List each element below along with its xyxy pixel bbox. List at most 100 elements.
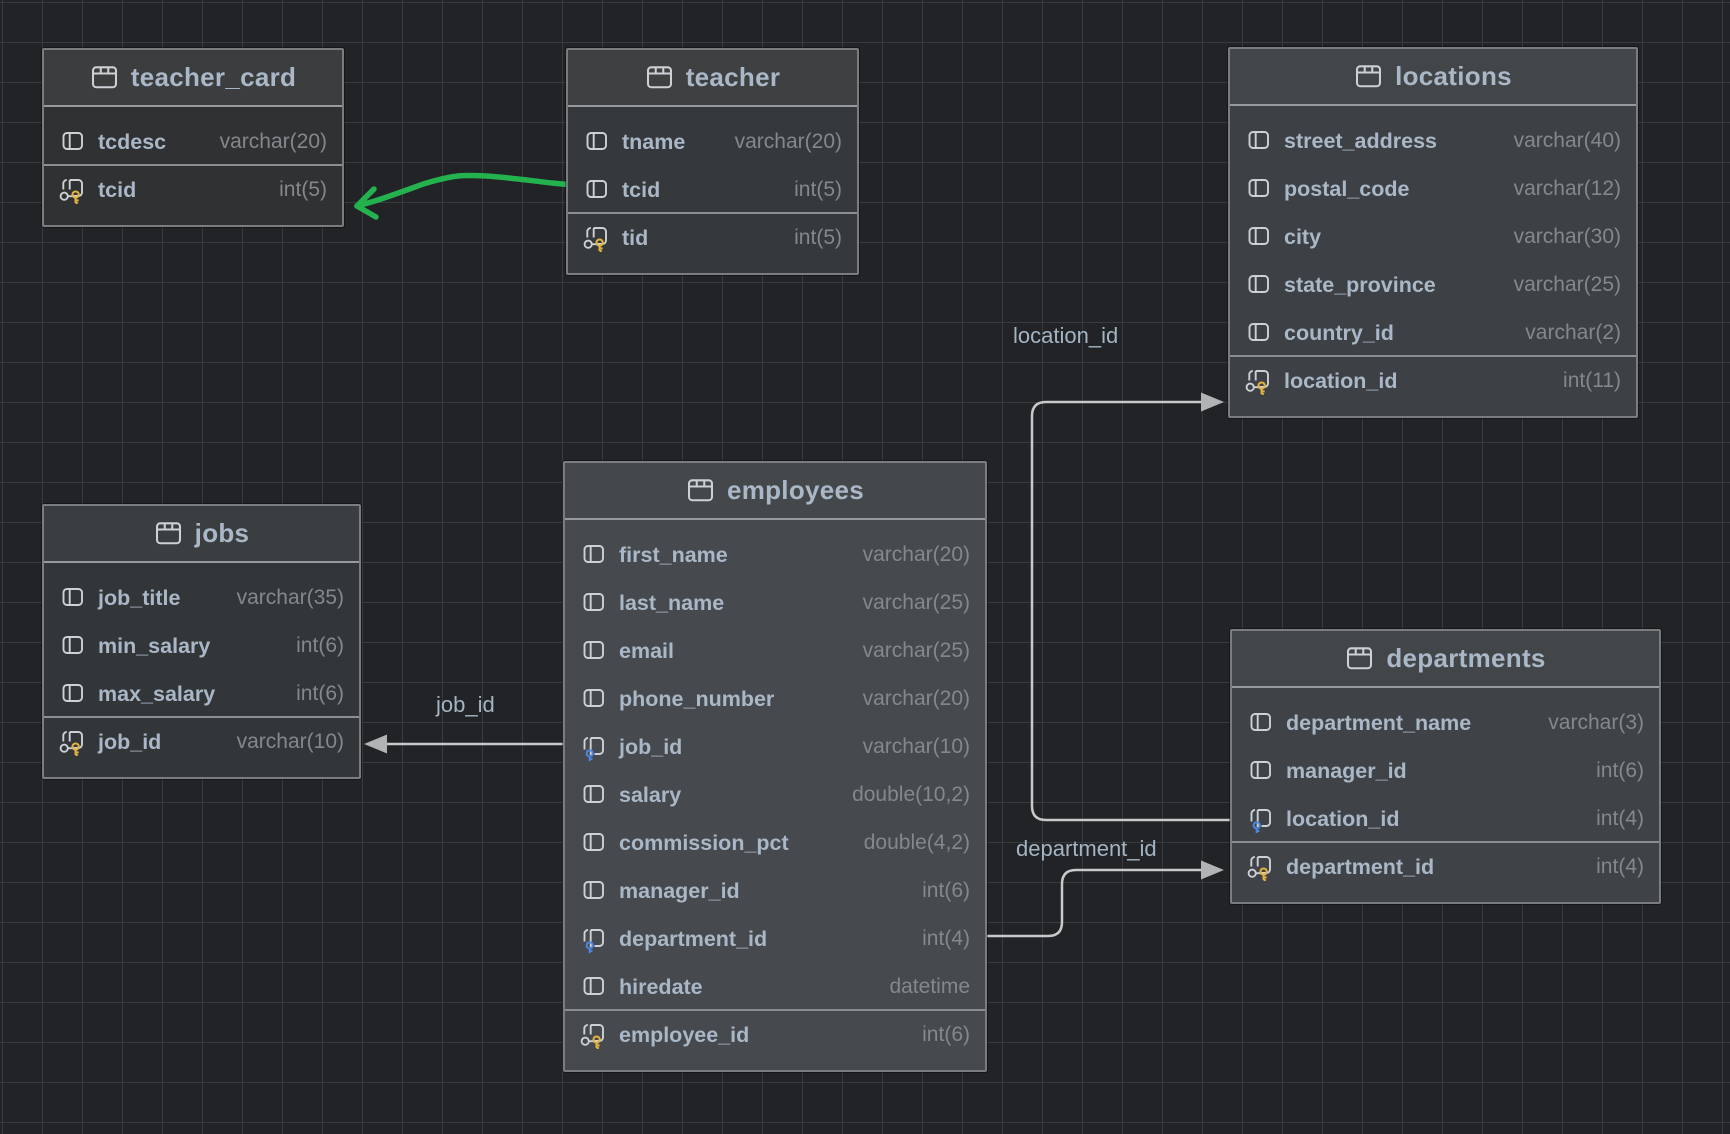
relationship-department_id[interactable] (987, 870, 1204, 936)
primary-key-icon (580, 1020, 607, 1050)
column-icon (1245, 222, 1272, 252)
column-row-locations-street_address[interactable]: street_addressvarchar(40) (1230, 117, 1636, 165)
column-row-jobs-job_title[interactable]: job_titlevarchar(35) (44, 574, 359, 622)
column-row-departments-department_name[interactable]: department_namevarchar(3) (1232, 699, 1659, 747)
column-icon (583, 127, 610, 157)
column-name: max_salary (98, 682, 215, 707)
table-locations[interactable]: locations street_addressvarchar(40) post… (1228, 47, 1638, 418)
table-header-locations[interactable]: locations (1230, 49, 1636, 106)
column-row-employees-phone_number[interactable]: phone_number varchar(20) (565, 675, 985, 723)
column-name: salary (619, 783, 681, 808)
column-row-jobs-max_salary[interactable]: max_salaryint(6) (44, 670, 359, 718)
foreign-key-icon (1247, 804, 1274, 834)
column-row-employees-hiredate[interactable]: hiredatedatetime (565, 963, 985, 1011)
column-icon (580, 780, 607, 810)
foreign-key-icon (580, 732, 607, 762)
column-name: country_id (1284, 321, 1394, 346)
column-row-teacher_card-tcid[interactable]: tcidint(5) (44, 166, 342, 214)
column-row-employees-employee_id[interactable]: employee_idint(6) (565, 1011, 985, 1059)
column-name: department_name (1286, 711, 1471, 736)
freehand-arrow-annotation[interactable] (357, 175, 585, 217)
column-row-teacher-tname[interactable]: tnamevarchar(20) (568, 118, 857, 166)
column-icon (580, 588, 607, 618)
column-row-locations-state_province[interactable]: state_provincevarchar(25) (1230, 261, 1636, 309)
table-teacher[interactable]: teacher tnamevarchar(20) tcid int(5) tidi… (566, 48, 859, 275)
column-type: int(4) (1580, 807, 1644, 831)
column-row-locations-city[interactable]: cityvarchar(30) (1230, 213, 1636, 261)
column-icon (59, 631, 86, 661)
column-icon (580, 972, 607, 1002)
column-type: double(4,2) (848, 831, 970, 855)
column-row-employees-commission_pct[interactable]: commission_pct double(4,2) (565, 819, 985, 867)
column-type: int(5) (778, 178, 842, 202)
column-row-locations-country_id[interactable]: country_id varchar(2) (1230, 309, 1636, 357)
column-row-employees-salary[interactable]: salarydouble(10,2) (565, 771, 985, 819)
column-name: commission_pct (619, 831, 789, 856)
column-name: postal_code (1284, 177, 1409, 202)
arrowhead (1201, 393, 1224, 412)
column-icon (1245, 126, 1272, 156)
table-teacher_card[interactable]: teacher_card tcdescvarchar(20) tcidint(5… (42, 48, 344, 227)
column-type: varchar(20) (847, 687, 970, 711)
table-employees[interactable]: employees first_namevarchar(20) last_nam… (563, 461, 987, 1072)
column-row-jobs-job_id[interactable]: job_idvarchar(10) (44, 718, 359, 766)
column-icon (1245, 318, 1272, 348)
column-row-employees-job_id[interactable]: job_idvarchar(10) (565, 723, 985, 771)
column-name: city (1284, 225, 1321, 250)
column-type: datetime (873, 975, 970, 999)
table-header-teacher_card[interactable]: teacher_card (44, 50, 342, 107)
primary-key-icon (1245, 366, 1272, 396)
column-row-employees-department_id[interactable]: department_idint(4) (565, 915, 985, 963)
column-name: tcid (622, 178, 660, 203)
table-departments[interactable]: departments department_namevarchar(3) ma… (1230, 629, 1661, 904)
column-row-departments-manager_id[interactable]: manager_idint(6) (1232, 747, 1659, 795)
table-icon (686, 476, 715, 505)
column-icon (1245, 270, 1272, 300)
column-type: int(4) (906, 927, 970, 951)
table-body: department_namevarchar(3) manager_idint(… (1232, 688, 1659, 902)
column-row-employees-first_name[interactable]: first_namevarchar(20) (565, 531, 985, 579)
column-icon (580, 684, 607, 714)
column-type: varchar(12) (1498, 177, 1621, 201)
column-type: int(6) (906, 1023, 970, 1047)
column-row-locations-location_id[interactable]: location_idint(11) (1230, 357, 1636, 405)
table-title: locations (1395, 61, 1512, 92)
column-row-locations-postal_code[interactable]: postal_code varchar(12) (1230, 165, 1636, 213)
column-name: job_id (619, 735, 682, 760)
column-type: int(6) (906, 879, 970, 903)
column-name: phone_number (619, 687, 774, 712)
column-icon (59, 127, 86, 157)
column-type: varchar(20) (719, 130, 842, 154)
column-type: varchar(25) (1498, 273, 1621, 297)
column-row-teacher-tcid[interactable]: tcid int(5) (568, 166, 857, 214)
column-row-teacher-tid[interactable]: tidint(5) (568, 214, 857, 262)
column-name: email (619, 639, 674, 664)
table-header-jobs[interactable]: jobs (44, 506, 359, 563)
column-type: varchar(2) (1509, 321, 1621, 345)
diagram-canvas[interactable]: teacher_card tcdescvarchar(20) tcid int(5… (0, 0, 1730, 1134)
column-row-jobs-min_salary[interactable]: min_salaryint(6) (44, 622, 359, 670)
table-body: job_titlevarchar(35) min_salaryint(6) ma… (44, 563, 359, 777)
column-row-teacher_card-tcdesc[interactable]: tcdescvarchar(20) (44, 118, 342, 166)
column-icon (580, 828, 607, 858)
column-type: int(5) (263, 178, 327, 202)
column-type: varchar(10) (221, 730, 344, 754)
column-name: location_id (1284, 369, 1397, 394)
column-row-employees-manager_id[interactable]: manager_idint(6) (565, 867, 985, 915)
column-type: varchar(20) (204, 130, 327, 154)
table-header-departments[interactable]: departments (1232, 631, 1659, 688)
table-icon (90, 63, 119, 92)
column-type: int(4) (1580, 855, 1644, 879)
table-header-employees[interactable]: employees (565, 463, 985, 520)
column-icon (1245, 174, 1272, 204)
table-header-teacher[interactable]: teacher (568, 50, 857, 107)
table-jobs[interactable]: jobs job_titlevarchar(35) min_salaryint(… (42, 504, 361, 779)
relationship-location_id[interactable] (1032, 402, 1230, 820)
column-row-departments-department_id[interactable]: department_idint(4) (1232, 843, 1659, 891)
column-row-employees-last_name[interactable]: last_namevarchar(25) (565, 579, 985, 627)
column-type: varchar(35) (221, 586, 344, 610)
column-row-departments-location_id[interactable]: location_idint(4) (1232, 795, 1659, 843)
column-icon (583, 175, 610, 205)
column-row-employees-email[interactable]: emailvarchar(25) (565, 627, 985, 675)
foreign-key-icon (580, 924, 607, 954)
